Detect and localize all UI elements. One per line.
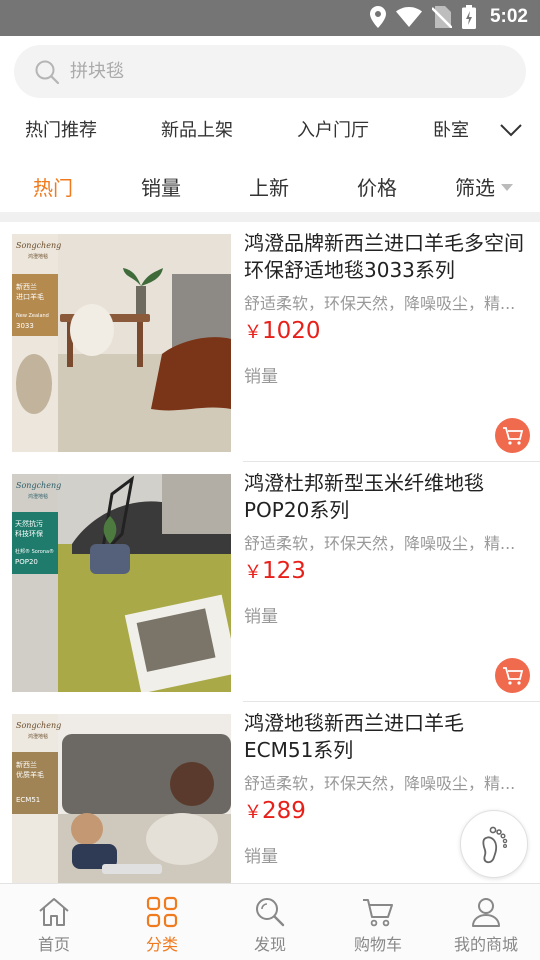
nav-item-home[interactable]: 首页	[0, 884, 108, 960]
chevron-down-icon[interactable]	[498, 120, 524, 140]
category-tab-bedroom[interactable]: 卧室	[433, 116, 469, 142]
nav-item-category[interactable]: 分类	[108, 884, 216, 960]
status-icons: 5:02	[369, 5, 528, 29]
category-tabs: 热门推荐 新品上架 入户门厅 卧室	[0, 108, 540, 150]
filter-label: 筛选	[455, 176, 495, 200]
sort-tab-hot[interactable]: 热门	[33, 172, 73, 201]
product-description: 舒适柔软，环保天然，降噪吸尘，精...	[244, 534, 516, 553]
image-series-en: 杜邦® Sorona®	[15, 548, 54, 555]
product-price: ￥289	[244, 798, 306, 824]
no-sim-icon	[431, 6, 452, 28]
cart-icon	[502, 426, 523, 445]
search-icon	[35, 60, 60, 84]
currency-symbol: ￥	[244, 562, 262, 583]
category-tab-new-arrivals[interactable]: 新品上架	[161, 116, 233, 142]
section-divider	[0, 212, 540, 222]
category-icon	[146, 896, 178, 928]
image-tag-line1: 新西兰	[16, 760, 37, 769]
product-title[interactable]: 鸿澄品牌新西兰进口羊毛多空间环保舒适地毯3033系列	[244, 230, 530, 284]
filter-dropdown-icon	[501, 184, 513, 191]
product-image: Songcheng 鸿澄地毯 天然抗污 科技环保 杜邦® Sorona® POP…	[12, 474, 231, 692]
bottom-nav: 首页 分类 发现 购物车 我的商城	[0, 883, 540, 960]
nav-label: 我的商城	[453, 935, 518, 954]
price-value: 123	[262, 558, 306, 584]
sort-tab-filter[interactable]: 筛选	[455, 172, 513, 201]
footprint-history-button[interactable]	[460, 810, 528, 878]
category-tab-entryway[interactable]: 入户门厅	[297, 116, 369, 142]
image-series: 3033	[16, 322, 34, 330]
currency-symbol: ￥	[244, 322, 262, 343]
product-title[interactable]: 鸿澄杜邦新型玉米纤维地毯POP20系列	[244, 470, 530, 524]
discover-icon	[256, 898, 285, 927]
product-sales: 销量	[244, 847, 278, 867]
nav-label: 发现	[253, 935, 286, 954]
image-tag-line2: 进口羊毛	[16, 292, 44, 301]
product-sales: 销量	[244, 607, 278, 627]
location-icon	[369, 6, 386, 28]
search-bar[interactable]	[14, 45, 526, 98]
nav-label: 首页	[37, 935, 70, 954]
status-bar: 5:02	[0, 0, 540, 36]
brand-logo-text: Songcheng	[16, 241, 61, 250]
image-series: ECM51	[16, 796, 40, 804]
currency-symbol: ￥	[244, 802, 262, 823]
brand-logo-text: Songcheng	[16, 481, 61, 490]
product-title[interactable]: 鸿澄地毯新西兰进口羊毛ECM51系列	[244, 710, 530, 764]
cart-icon	[502, 666, 523, 685]
product-card[interactable]: Songcheng 鸿澄地毯 天然抗污 科技环保 杜邦® Sorona® POP…	[0, 462, 540, 702]
image-series-en: New Zealand	[16, 313, 49, 319]
category-tab-hot-recommend[interactable]: 热门推荐	[25, 116, 97, 142]
nav-item-my-mall[interactable]: 我的商城	[432, 884, 540, 960]
product-description: 舒适柔软，环保天然，降噪吸尘，精...	[244, 774, 516, 793]
sort-tab-newest[interactable]: 上新	[249, 172, 289, 201]
user-icon	[472, 898, 500, 927]
status-time: 5:02	[489, 6, 528, 27]
brand-cn-text: 鸿澄地毯	[28, 253, 48, 260]
battery-icon	[461, 5, 476, 29]
nav-item-cart[interactable]: 购物车	[324, 884, 432, 960]
brand-cn-text: 鸿澄地毯	[28, 493, 48, 500]
add-to-cart-button[interactable]	[495, 418, 530, 453]
add-to-cart-button[interactable]	[495, 658, 530, 693]
product-image: Songcheng 鸿澄地毯 新西兰 进口羊毛 New Zealand 3033	[12, 234, 231, 452]
image-series: POP20	[15, 558, 38, 566]
image-tag-line2: 科技环保	[15, 529, 43, 538]
search-input[interactable]	[70, 61, 490, 82]
image-tag-line1: 新西兰	[16, 282, 37, 291]
price-value: 289	[262, 798, 306, 824]
sort-tab-sales[interactable]: 销量	[141, 172, 181, 201]
cart-icon	[363, 899, 393, 927]
nav-item-discover[interactable]: 发现	[216, 884, 324, 960]
brand-logo-text: Songcheng	[16, 721, 61, 730]
product-price: ￥1020	[244, 318, 321, 344]
sort-tabs: 热门 销量 上新 价格 筛选	[0, 158, 540, 212]
product-card[interactable]: Songcheng 鸿澄地毯 新西兰 进口羊毛 New Zealand 3033…	[0, 222, 540, 462]
product-sales: 销量	[244, 367, 278, 387]
brand-cn-text: 鸿澄地毯	[28, 733, 48, 740]
nav-label: 分类	[145, 935, 178, 954]
sort-tab-price[interactable]: 价格	[357, 172, 397, 201]
home-icon	[39, 898, 69, 926]
product-description: 舒适柔软，环保天然，降噪吸尘，精...	[244, 294, 516, 313]
image-tag-line2: 优质羊毛	[16, 770, 44, 779]
wifi-icon	[395, 7, 422, 27]
product-price: ￥123	[244, 558, 306, 584]
price-value: 1020	[262, 318, 321, 344]
image-tag-line1: 天然抗污	[15, 519, 43, 528]
footprint-icon	[482, 826, 508, 864]
nav-label: 购物车	[353, 935, 402, 954]
